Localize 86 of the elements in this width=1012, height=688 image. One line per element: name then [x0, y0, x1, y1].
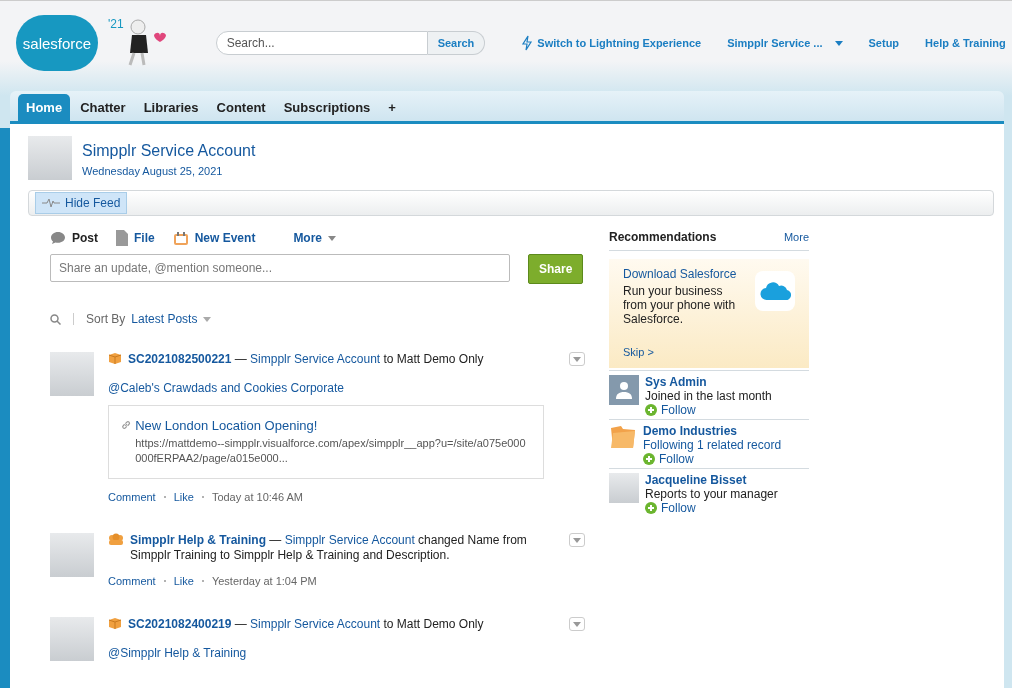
follow-link[interactable]: Follow — [645, 403, 772, 417]
tab[interactable]: Home — [18, 94, 71, 121]
follow-link[interactable]: Follow — [645, 501, 778, 515]
publisher-tab[interactable]: File — [116, 230, 155, 246]
hide-feed-button[interactable]: Hide Feed — [35, 192, 128, 214]
feed-item-text: Simpplr Help & Training — Simpplr Service Account changed Name from Simpplr Training to Simpplr Help & Training and Description. — [130, 533, 528, 563]
caret-icon — [573, 621, 581, 627]
item-menu-button[interactable] — [569, 533, 585, 547]
link-icon — [121, 418, 132, 432]
caret-icon — [573, 356, 581, 362]
photo-placeholder — [609, 473, 639, 503]
nav-link[interactable]: Switch to Lightning Experience — [521, 35, 702, 51]
tab[interactable]: Subscriptions — [275, 94, 379, 121]
publisher-tab[interactable]: New Event — [172, 230, 256, 246]
link-url: https://mattdemo--simpplr.visualforce.com/apex/simpplr__app?u=/site/a075e000000fERPAA2/page/a015e000... — [135, 436, 527, 466]
nav-link[interactable]: Simpplr Service ... — [727, 37, 843, 49]
add-tab-button[interactable]: + — [380, 94, 404, 121]
caret-icon — [328, 235, 337, 241]
caret-icon — [573, 537, 581, 543]
speech-bubble-icon — [50, 231, 66, 245]
plus-icon — [645, 502, 657, 514]
calendar-icon — [172, 230, 189, 246]
photo-placeholder — [50, 352, 94, 396]
photo-placeholder — [28, 136, 72, 180]
recommendation-name[interactable]: Jacqueline Bisset — [645, 473, 778, 487]
user-link[interactable]: Simpplr Service Account — [250, 617, 381, 631]
recommendation-name[interactable]: Sys Admin — [645, 375, 772, 389]
folder-icon — [609, 424, 637, 450]
cloud-icon — [755, 271, 795, 311]
skip-link[interactable]: Skip > — [623, 346, 748, 358]
profile-name: Simpplr Service Account — [82, 142, 256, 160]
caret-icon — [834, 40, 843, 46]
promo-text: Run your business from your phone with Salesforce. — [623, 284, 737, 326]
link-title[interactable]: New London Location Opening! — [135, 418, 531, 433]
tab[interactable]: Chatter — [72, 94, 134, 121]
sort-label: Sort By — [86, 312, 126, 326]
publisher-tab[interactable]: Post — [50, 231, 98, 245]
tab[interactable]: Content — [208, 94, 274, 121]
recommendation-name[interactable]: Demo Industries — [643, 424, 782, 438]
nav-link[interactable]: Help & Training — [925, 37, 1006, 49]
sort-select[interactable]: Latest Posts — [131, 312, 198, 326]
record-link[interactable]: SC2021082400219 — [128, 617, 232, 631]
recommendations-title: Recommendations — [609, 230, 717, 244]
feed-action-link[interactable]: Comment — [108, 575, 156, 587]
nav-link[interactable]: Setup — [868, 37, 900, 49]
plus-icon — [643, 453, 655, 465]
document-icon — [116, 230, 128, 246]
pulse-icon — [42, 198, 60, 208]
mention-link[interactable]: @Simpplr Help & Training — [108, 646, 585, 660]
plus-icon — [645, 404, 657, 416]
search-button[interactable]: Search — [427, 31, 486, 55]
box-icon — [108, 352, 122, 364]
user-link[interactable]: Simpplr Service Account — [284, 533, 415, 547]
recommendation-detail: Joined in the last month — [645, 389, 772, 403]
recommendation-detail: Reports to your manager — [645, 487, 778, 501]
item-menu-button[interactable] — [569, 352, 585, 366]
caret-icon — [203, 316, 212, 322]
follow-link[interactable]: Follow — [643, 452, 782, 466]
user-avatar-icon — [609, 375, 639, 405]
photo-placeholder — [50, 533, 94, 577]
user-link[interactable]: Simpplr Service Account — [250, 352, 381, 366]
timestamp: Today at 10:46 AM — [211, 491, 303, 503]
box-icon — [108, 617, 122, 629]
search-field[interactable]: Search... — [215, 31, 428, 55]
record-link[interactable]: SC2021082500221 — [128, 352, 232, 366]
item-menu-button[interactable] — [569, 617, 585, 631]
feed-item-text: SC2021082500221 — Simpplr Service Account to Matt Demo Only — [128, 352, 485, 367]
lightning-icon — [521, 35, 534, 51]
feed-item-text: SC2021082400219 — Simpplr Service Account to Matt Demo Only — [128, 617, 485, 632]
search-icon[interactable] — [50, 313, 61, 325]
profile-date: Wednesday August 25, 2021 — [82, 165, 224, 177]
feed-action-link[interactable]: Comment — [108, 491, 156, 503]
post-input-field[interactable]: Share an update, @mention someone... — [50, 254, 510, 282]
year-label: '21 — [108, 17, 124, 31]
promo-title[interactable]: Download Salesforce — [623, 267, 748, 281]
group-icon — [108, 533, 124, 545]
tab[interactable]: Libraries — [135, 94, 207, 121]
publisher-tab[interactable]: More — [293, 231, 337, 245]
recommendation-detail: Following 1 related record — [643, 438, 782, 452]
photo-placeholder — [50, 617, 94, 661]
record-link[interactable]: Simpplr Help & Training — [130, 533, 266, 547]
more-link[interactable]: More — [783, 231, 809, 243]
feed-action-link[interactable]: Like — [173, 491, 194, 503]
feed-action-link[interactable]: Like — [173, 575, 194, 587]
mention-link[interactable]: @Caleb's Crawdads and Cookies Corporate — [108, 381, 585, 395]
timestamp: Yesterday at 1:04 PM — [211, 575, 317, 587]
